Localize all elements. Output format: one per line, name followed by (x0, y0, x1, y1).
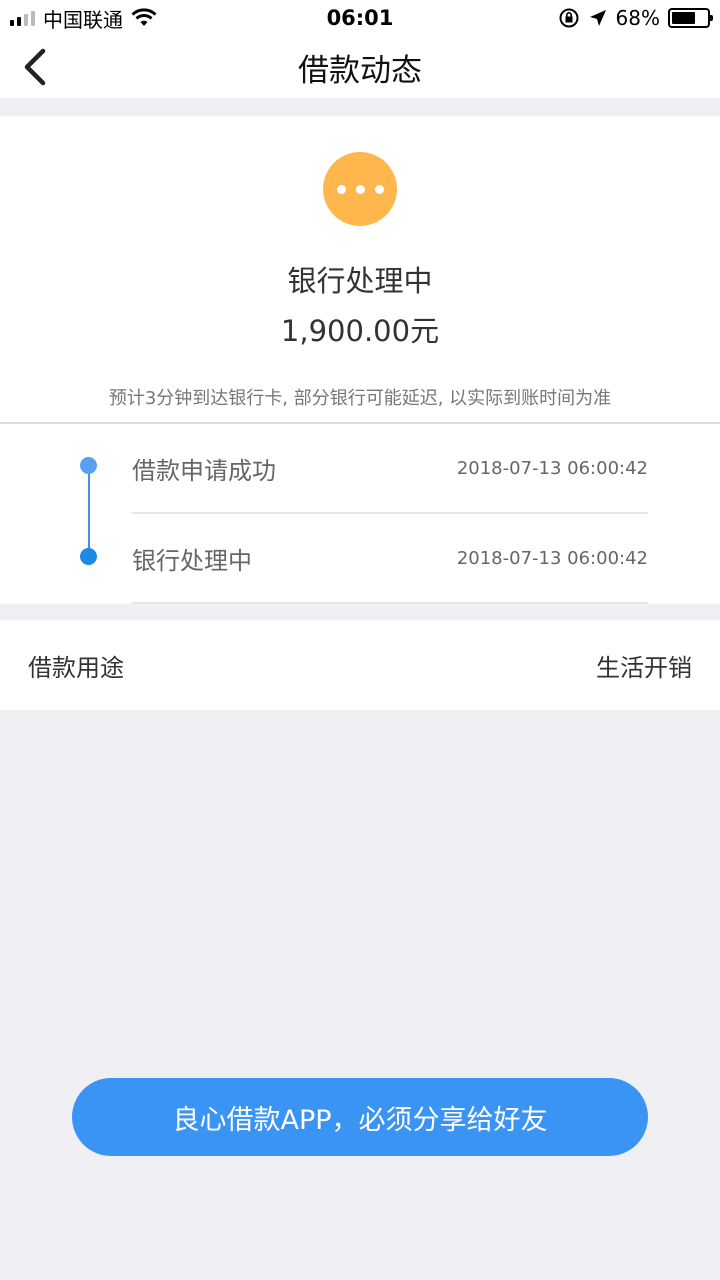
location-arrow-icon (589, 10, 606, 26)
timeline-dot (80, 457, 97, 474)
timeline-connector (88, 466, 90, 556)
battery-icon (668, 8, 713, 28)
timeline-item-time: 2018-07-13 06:00:42 (456, 457, 648, 479)
status-bar-right: 68% (558, 6, 713, 30)
page-title: 借款动态 (298, 52, 422, 89)
loan-purpose-value: 生活开销 (596, 653, 692, 682)
timeline-item: 银行处理中 2018-07-13 06:00:42 (132, 514, 648, 604)
timeline-item-label: 借款申请成功 (132, 456, 276, 485)
processing-icon (323, 152, 397, 226)
status-bar-left: 中国联通 (10, 4, 157, 33)
status-title: 银行处理中 (287, 264, 433, 298)
loan-amount: 1,900.00元 (280, 314, 440, 348)
loan-purpose-row: 借款用途 生活开销 (0, 620, 720, 710)
carrier-name: 中国联通 (43, 7, 123, 32)
arrival-note: 预计3分钟到达银行卡, 部分银行可能延迟, 以实际到账时间为准 (108, 388, 612, 409)
back-button[interactable] (10, 42, 60, 92)
progress-timeline: 借款申请成功 2018-07-13 06:00:42 银行处理中 2018-07… (0, 424, 720, 604)
status-bar: 中国联通 06:01 68% (0, 0, 720, 36)
timeline-item: 借款申请成功 2018-07-13 06:00:42 (132, 424, 648, 514)
rotation-lock-icon (559, 8, 579, 28)
timeline-item-time: 2018-07-13 06:00:42 (456, 547, 648, 569)
nav-bar: 借款动态 (0, 36, 720, 98)
battery-percent: 68% (615, 6, 660, 30)
wifi-icon (131, 8, 157, 26)
signal-icon (10, 10, 35, 26)
loan-purpose-label: 借款用途 (28, 653, 124, 682)
chevron-left-icon (24, 48, 46, 86)
share-app-button[interactable]: 良心借款APP，必须分享给好友 (72, 1078, 648, 1156)
battery-fill (672, 12, 696, 24)
timeline-dot-current (80, 548, 97, 565)
loan-status-card: 银行处理中 1,900.00元 预计3分钟到达银行卡, 部分银行可能延迟, 以实… (0, 116, 720, 422)
timeline-item-label: 银行处理中 (132, 546, 252, 575)
